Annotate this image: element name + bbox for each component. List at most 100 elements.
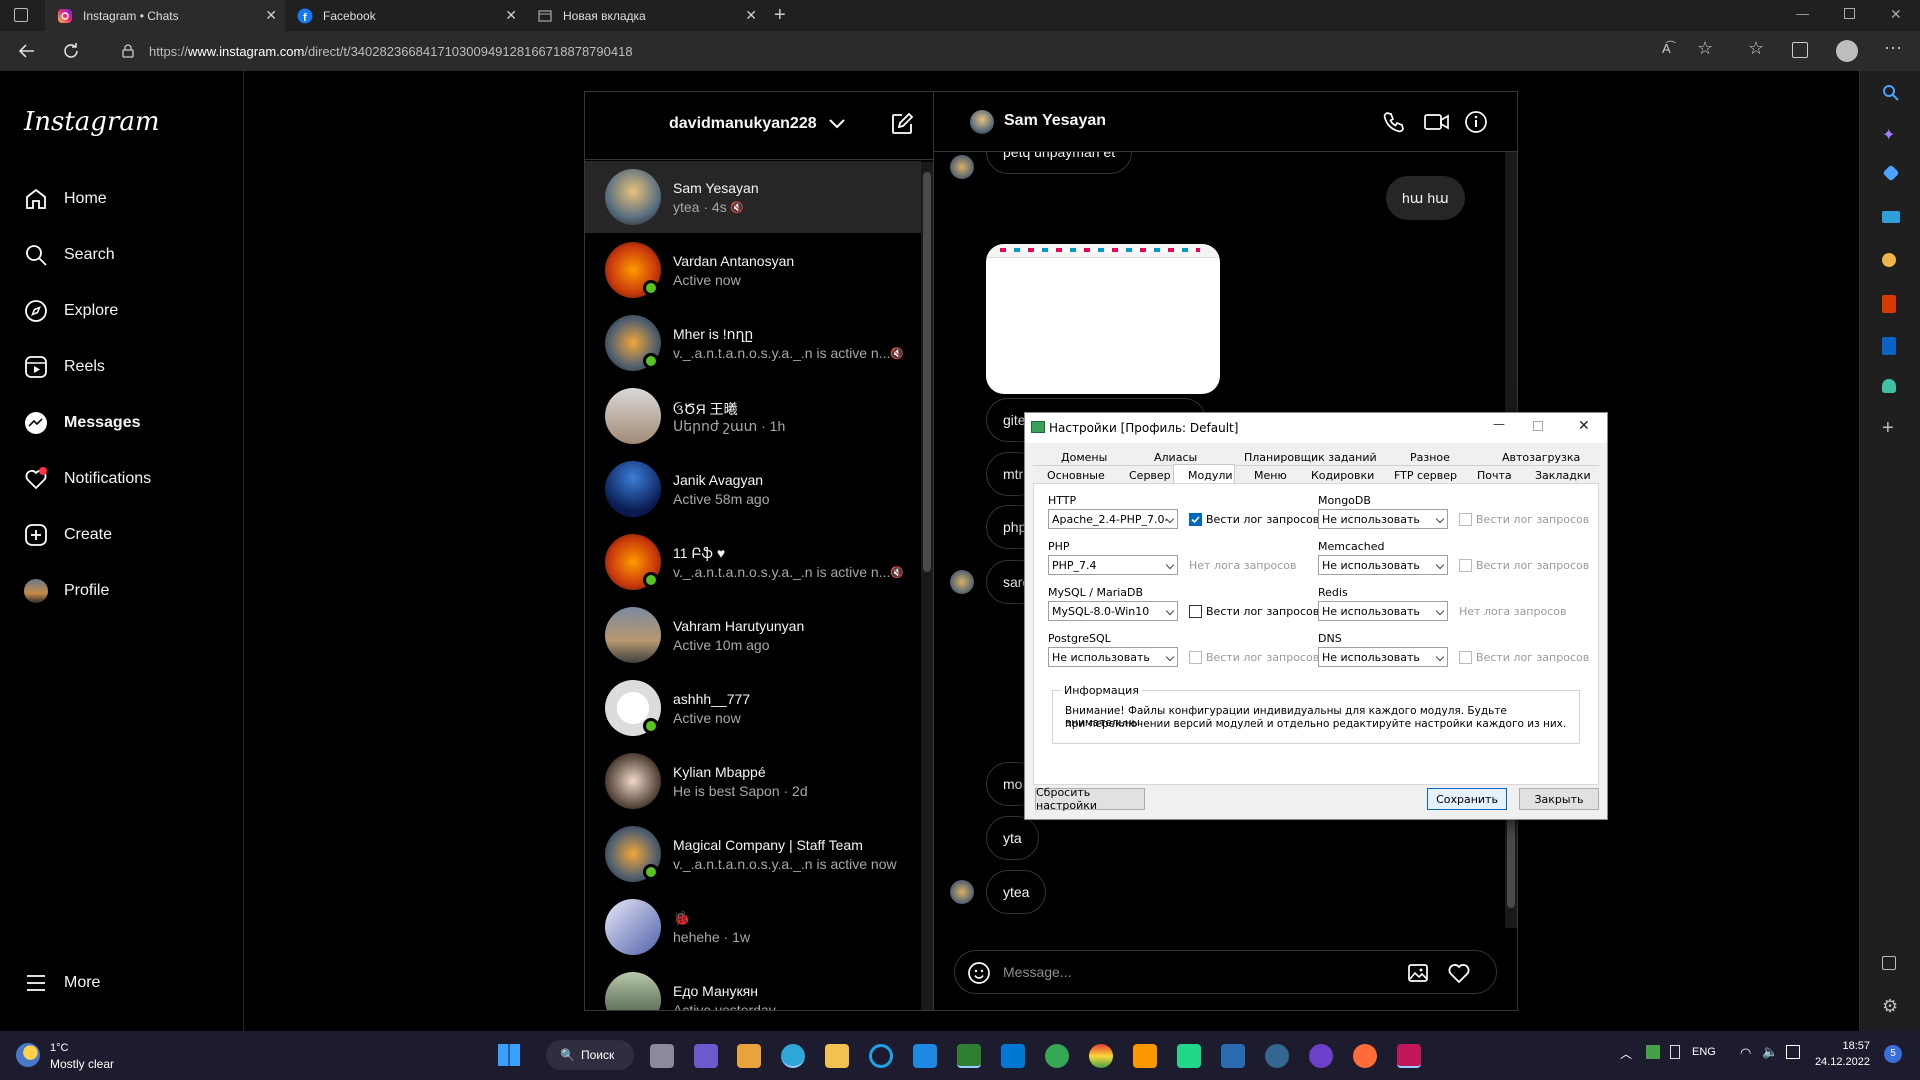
taskbar-search[interactable]: 🔍 Поиск bbox=[546, 1040, 634, 1070]
tab-menu[interactable]: Меню bbox=[1254, 469, 1287, 482]
tab-modules[interactable]: Модули bbox=[1188, 469, 1233, 482]
conversation-item[interactable]: Едо Манукян Active yesterday bbox=[585, 964, 921, 1010]
nav-messages[interactable]: Messages bbox=[24, 409, 141, 437]
contact-avatar[interactable] bbox=[970, 110, 994, 134]
more-menu-icon[interactable]: ··· bbox=[1884, 37, 1902, 58]
module-select[interactable]: Apache_2.4-PHP_7.0- bbox=[1048, 509, 1178, 529]
tab-misc[interactable]: Разное bbox=[1410, 451, 1450, 464]
notification-badge[interactable]: 5 bbox=[1884, 1045, 1902, 1063]
settings-gear-icon[interactable]: ⚙ bbox=[1882, 996, 1900, 1016]
shared-screenshot-image[interactable] bbox=[986, 244, 1220, 394]
tab-autostart[interactable]: Автозагрузка bbox=[1502, 451, 1580, 464]
emoji-icon[interactable] bbox=[967, 961, 991, 985]
postman-icon[interactable] bbox=[1353, 1044, 1377, 1068]
tab-actions-icon[interactable] bbox=[14, 8, 28, 22]
weather-text[interactable]: Mostly clear bbox=[50, 1057, 114, 1071]
close-icon[interactable]: ✕ bbox=[505, 7, 517, 24]
scrollbar-thumb[interactable] bbox=[923, 172, 931, 572]
github-desktop-icon[interactable] bbox=[1309, 1044, 1333, 1068]
sublime-text-icon[interactable] bbox=[1133, 1044, 1157, 1068]
log-requests-checkbox[interactable] bbox=[1189, 605, 1202, 618]
nav-notifications[interactable]: Notifications bbox=[24, 465, 151, 493]
clock-time[interactable]: 18:57 bbox=[1826, 1040, 1870, 1052]
message-bubble[interactable]: ytea bbox=[986, 870, 1047, 914]
dialog-close-icon[interactable]: ✕ bbox=[1578, 418, 1590, 434]
sidebar-toggle-icon[interactable] bbox=[1882, 956, 1896, 970]
like-heart-icon[interactable] bbox=[1447, 961, 1471, 985]
reset-settings-button[interactable]: Сбросить настройки bbox=[1035, 786, 1145, 812]
wifi-icon[interactable]: ◠ bbox=[1740, 1045, 1751, 1061]
close-icon[interactable]: ✕ bbox=[745, 7, 757, 24]
module-select[interactable]: MySQL-8.0-Win10 bbox=[1048, 601, 1178, 621]
windows-start-icon[interactable] bbox=[498, 1044, 520, 1066]
log-requests-checkbox[interactable] bbox=[1459, 651, 1472, 664]
nav-search[interactable]: Search bbox=[24, 241, 115, 269]
dialog-maximize-icon[interactable] bbox=[1533, 421, 1543, 431]
refresh-icon[interactable] bbox=[62, 42, 80, 60]
message-bubble-mine[interactable]: hա hա bbox=[1386, 176, 1465, 220]
message-input[interactable]: Message... bbox=[1003, 964, 1071, 980]
conversation-item[interactable]: ashhh__777 Active now bbox=[585, 672, 921, 744]
l-app-icon[interactable] bbox=[913, 1044, 937, 1068]
colorful-app-icon[interactable] bbox=[1089, 1044, 1113, 1068]
weather-moon-icon[interactable] bbox=[16, 1043, 40, 1067]
tab-instagram[interactable]: Instagram • Chats ✕ bbox=[45, 0, 285, 31]
module-select[interactable]: Не использовать bbox=[1318, 555, 1448, 575]
vscode-icon[interactable] bbox=[1001, 1044, 1025, 1068]
tab-encodings[interactable]: Кодировки bbox=[1311, 469, 1374, 482]
outlook-icon[interactable] bbox=[1882, 337, 1896, 355]
log-requests-checkbox[interactable] bbox=[1189, 651, 1202, 664]
task-view-icon[interactable] bbox=[650, 1044, 674, 1068]
window-close-icon[interactable]: ✕ bbox=[1890, 6, 1902, 23]
speaker-icon[interactable]: 🔈 bbox=[1762, 1044, 1778, 1060]
new-tab-plus-icon[interactable]: + bbox=[774, 4, 786, 27]
power-icon[interactable] bbox=[1786, 1045, 1800, 1059]
dialog-minimize-icon[interactable]: — bbox=[1493, 417, 1505, 431]
message-bubble[interactable]: petq unpayman et bbox=[986, 152, 1133, 174]
settings-app-icon[interactable] bbox=[1397, 1044, 1421, 1068]
tools-briefcase-icon[interactable] bbox=[1882, 211, 1900, 223]
lock-icon[interactable] bbox=[121, 44, 135, 58]
log-requests-checkbox[interactable] bbox=[1459, 559, 1472, 572]
image-upload-icon[interactable] bbox=[1407, 961, 1431, 985]
cortana-icon[interactable] bbox=[869, 1044, 893, 1068]
discover-icon[interactable]: ✦ bbox=[1882, 125, 1900, 144]
tab-mail[interactable]: Почта bbox=[1477, 469, 1512, 482]
games-icon[interactable] bbox=[1882, 253, 1896, 267]
tab-aliases[interactable]: Алиасы bbox=[1154, 451, 1197, 464]
conversation-item[interactable]: ઉԾЯ 王曦 Սերոժ շատ · 1h bbox=[585, 380, 921, 452]
module-select[interactable]: Не использовать bbox=[1318, 647, 1448, 667]
drop-icon[interactable] bbox=[1882, 379, 1896, 393]
read-aloud-icon[interactable]: A͡ bbox=[1662, 41, 1671, 56]
tray-flag-icon[interactable] bbox=[1646, 1045, 1660, 1059]
shopping-tag-icon[interactable] bbox=[1882, 164, 1900, 182]
nav-home[interactable]: Home bbox=[24, 185, 107, 213]
edge-browser-icon[interactable] bbox=[781, 1044, 805, 1068]
nav-explore[interactable]: Explore bbox=[24, 297, 118, 325]
pycharm-icon[interactable] bbox=[1177, 1044, 1201, 1068]
add-icon[interactable]: + bbox=[1882, 417, 1900, 439]
conversation-item[interactable]: Vardan Antanosyan Active now bbox=[585, 234, 921, 306]
close-icon[interactable]: ✕ bbox=[265, 7, 277, 24]
tab-ftp[interactable]: FTP сервер bbox=[1394, 469, 1457, 482]
tab-server[interactable]: Сервер bbox=[1129, 469, 1171, 482]
save-button[interactable]: Сохранить bbox=[1427, 788, 1507, 810]
teams-chat-icon[interactable] bbox=[694, 1044, 718, 1068]
nav-create[interactable]: Create bbox=[24, 521, 112, 549]
tab-scheduler[interactable]: Планировщик заданий bbox=[1244, 451, 1377, 464]
tab-general[interactable]: Основные bbox=[1047, 469, 1105, 482]
conversation-item[interactable]: Kylian Mbappé He is best Sapon · 2d bbox=[585, 745, 921, 817]
module-select[interactable]: Не использовать bbox=[1048, 647, 1178, 667]
contact-name[interactable]: Sam Yesayan bbox=[1004, 112, 1106, 130]
back-arrow-icon[interactable] bbox=[18, 42, 36, 60]
collections-icon[interactable] bbox=[1792, 42, 1808, 58]
conversation-item[interactable]: Magical Company | Staff Team v._.a.n.t.a.… bbox=[585, 818, 921, 890]
close-button[interactable]: Закрыть bbox=[1519, 788, 1599, 810]
favorite-star-icon[interactable]: ☆ bbox=[1697, 38, 1713, 59]
info-icon[interactable] bbox=[1464, 110, 1488, 134]
favorites-icon[interactable]: ☆ bbox=[1748, 38, 1764, 59]
tab-facebook[interactable]: f Facebook ✕ bbox=[285, 0, 525, 31]
phone-call-icon[interactable] bbox=[1382, 110, 1406, 134]
message-bubble[interactable]: yta bbox=[986, 816, 1039, 860]
clock-date[interactable]: 24.12.2022 bbox=[1808, 1056, 1870, 1068]
